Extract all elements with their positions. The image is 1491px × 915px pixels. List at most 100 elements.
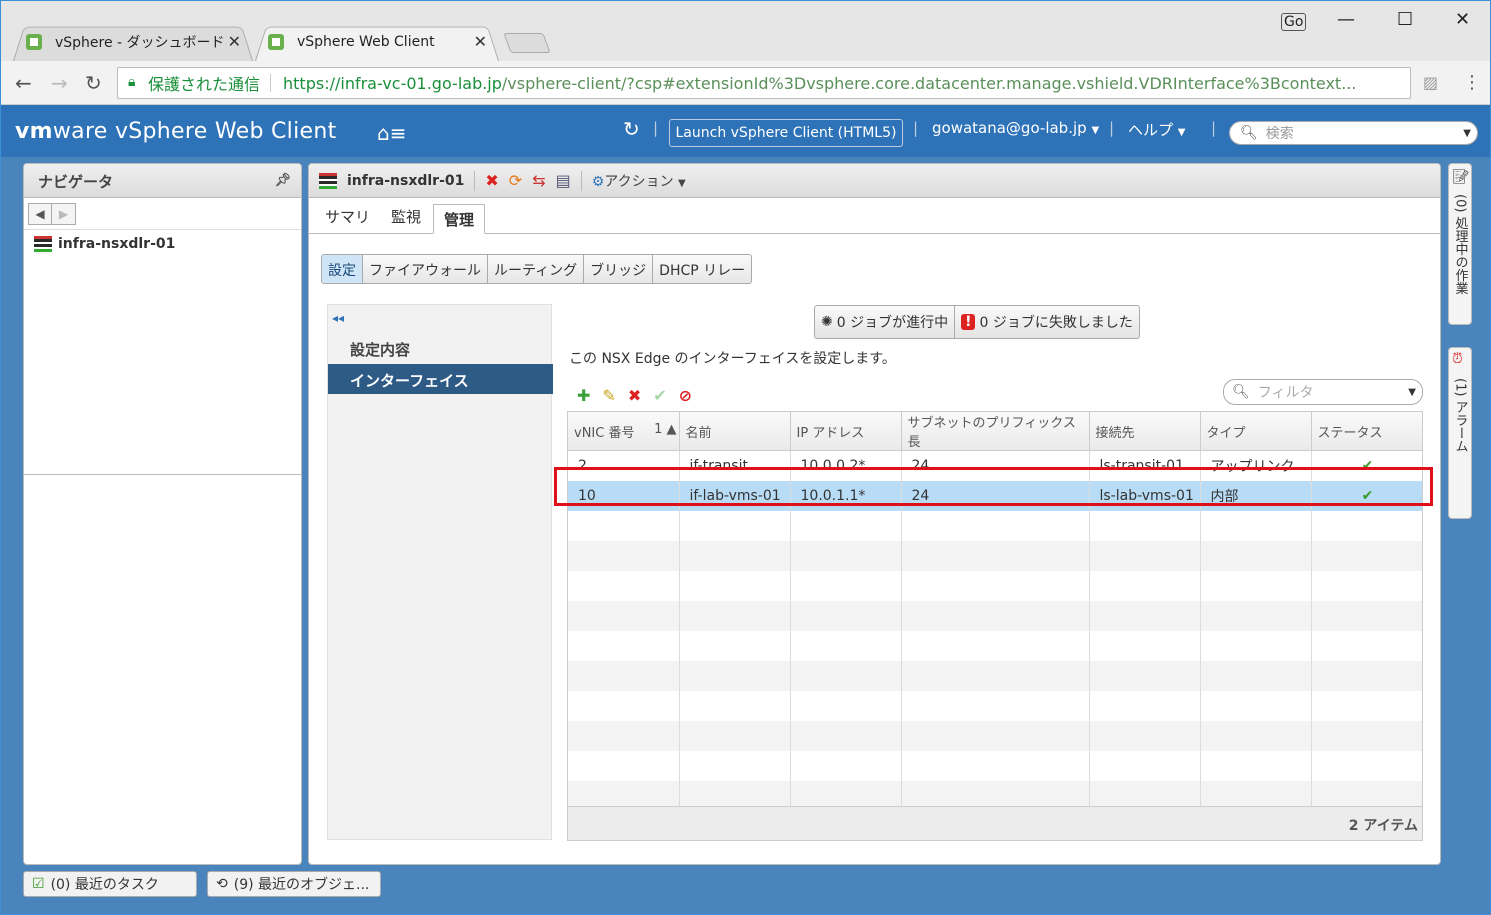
tree-item-label: infra-nsxdlr-01 (58, 236, 176, 252)
migrate-icon[interactable]: ⇆ (532, 171, 545, 190)
enable-icon[interactable]: ✔ (653, 386, 666, 405)
search-placeholder: 検索 (1265, 126, 1294, 142)
extension-grey-icon[interactable]: ▨ (1423, 73, 1438, 92)
empty-row (568, 570, 1422, 601)
window-close-icon[interactable]: ✕ (1455, 9, 1470, 30)
new-tab-button[interactable] (503, 33, 551, 53)
item-count: 2 アイテム (568, 806, 1422, 840)
global-search-input[interactable]: 🔍︎ 検索 ▼ (1229, 121, 1478, 145)
url-bar[interactable]: 🔒︎ 保護された通信 https://infra-vc-01.go-lab.jp… (117, 67, 1411, 99)
divider: | (913, 119, 919, 137)
col-status[interactable]: ステータス (1311, 412, 1422, 451)
error-icon: ! (961, 314, 976, 330)
navigator-splitter[interactable] (24, 474, 301, 475)
url-text: https://infra-vc-01.go-lab.jp/vsphere-cl… (283, 74, 1356, 93)
manage-subtabs: 設定 ファイアウォール ルーティング ブリッジ DHCP リレー (321, 254, 753, 284)
tab-monitor[interactable]: 監視 (391, 206, 421, 227)
gear-icon: ⚙ (591, 173, 605, 190)
subtab-routing[interactable]: ルーティング (488, 255, 585, 283)
empty-row (568, 660, 1422, 691)
user-name: gowatana@go-lab.jp (932, 119, 1087, 137)
subtab-settings[interactable]: 設定 (322, 255, 363, 283)
nav-interfaces[interactable]: インターフェイス (328, 364, 553, 394)
col-connected[interactable]: 接続先 (1089, 412, 1201, 451)
disable-icon[interactable]: ⊘ (679, 386, 692, 405)
alarms-sidebar-label: (1) アラーム (1452, 378, 1468, 453)
pin-icon[interactable]: 📌︎ (274, 173, 291, 188)
col-prefix[interactable]: サブネットのプリフィックス長 (901, 412, 1090, 451)
launch-html5-client-button[interactable]: Launch vSphere Client (HTML5) (669, 119, 903, 147)
history-back-button[interactable]: ◀ (28, 202, 52, 225)
refresh-icon[interactable]: ↻ (623, 117, 640, 141)
col-vnic[interactable]: vNIC 番号 1 ▲ (568, 412, 680, 451)
jobs-running-button[interactable]: ✺ 0 ジョブが進行中 (815, 306, 956, 338)
nav-configuration[interactable]: 設定内容 (328, 333, 553, 363)
settings-nav: ◂◂ 設定内容 インターフェイス (327, 304, 553, 840)
navigator-header: ナビゲータ 📌︎ (24, 164, 301, 198)
reload-icon[interactable]: ↻ (85, 71, 102, 95)
close-icon[interactable]: ✕ (474, 32, 487, 51)
user-menu[interactable]: gowatana@go-lab.jp ▼ (932, 119, 1099, 137)
edit-icon[interactable]: ✎ (602, 386, 615, 405)
subtab-bridge[interactable]: ブリッジ (584, 255, 654, 283)
tasks-icon: ☑ (32, 876, 45, 892)
subtab-firewall[interactable]: ファイアウォール (363, 255, 488, 283)
tree-item-edge[interactable]: infra-nsxdlr-01 (24, 230, 301, 258)
navigator-panel: ナビゲータ 📌︎ ◀ ▶ infra-nsxdlr-01 (23, 163, 302, 865)
profile-badge[interactable]: Go (1281, 13, 1307, 31)
browser-tab-dashboard[interactable]: vSphere - ダッシュボード ✕ (13, 23, 253, 61)
history-icon: ⟲ (216, 876, 228, 892)
tab-summary[interactable]: サマリ (325, 206, 370, 227)
spinner-icon: ✺ (821, 314, 833, 330)
main-panel: infra-nsxdlr-01 ✖ ⟳ ⇆ ▤ ⚙アクション ▼ サマリ 監視 … (308, 163, 1441, 865)
maximize-icon[interactable]: ☐ (1397, 9, 1413, 30)
actions-label: アクション (604, 173, 674, 190)
col-label: vNIC 番号 (574, 425, 635, 441)
object-title: infra-nsxdlr-01 (347, 172, 465, 189)
redeploy-icon[interactable]: ⟳ (509, 171, 522, 190)
empty-row (568, 720, 1422, 751)
notes-icon[interactable]: ▤ (556, 171, 571, 190)
jobs-failed-button[interactable]: ! 0 ジョブに失敗しました (955, 306, 1139, 338)
url-path: /vsphere-client/?csp#extensionId%3Dvsphe… (501, 73, 1357, 93)
brand-product: vSphere Web Client (107, 119, 337, 144)
help-menu[interactable]: ヘルプ ▼ (1128, 119, 1186, 140)
close-icon[interactable]: ✕ (228, 32, 241, 51)
nsx-edge-icon (34, 236, 52, 252)
history-forward-button[interactable]: ▶ (52, 202, 76, 225)
recent-tasks-button[interactable]: ☑ (0) 最近のタスク (23, 871, 197, 897)
add-icon[interactable]: ✚ (577, 386, 590, 405)
browser-tab-web-client[interactable]: vSphere Web Client ✕ (255, 23, 499, 61)
home-icon[interactable]: ⌂≡ (377, 121, 406, 145)
chevron-down-icon: ▼ (1091, 125, 1100, 136)
lock-icon: 🔒︎ (128, 74, 136, 90)
divider: | (1109, 119, 1115, 137)
browser-tabstrip: vSphere - ダッシュボード ✕ vSphere Web Client ✕… (1, 1, 1490, 61)
forward-icon[interactable]: → (51, 71, 68, 95)
minimize-icon[interactable]: — (1337, 9, 1355, 30)
collapse-icon[interactable]: ◂◂ (332, 311, 344, 325)
navigator-title: ナビゲータ (38, 173, 114, 191)
delete-icon[interactable]: ✖ (628, 386, 641, 405)
actions-menu[interactable]: ⚙アクション ▼ (592, 171, 686, 191)
delete-icon[interactable]: ✖ (485, 171, 498, 190)
tab-manage[interactable]: 管理 (433, 204, 486, 234)
menu-icon[interactable]: ⋮ (1463, 72, 1481, 93)
vmware-logo: vmware vSphere Web Client (15, 119, 337, 144)
recent-objects-button[interactable]: ⟲ (9) 最近のオブジェ... (207, 871, 381, 897)
filter-input[interactable]: 🔍︎ フィルタ ▼ (1223, 379, 1423, 405)
notes-icon: 📝︎ (1452, 169, 1470, 185)
chevron-down-icon: ▼ (1408, 386, 1416, 398)
search-icon: 🔍︎ (1232, 384, 1250, 400)
back-icon[interactable]: ← (15, 71, 32, 95)
job-status: ✺ 0 ジョブが進行中 ! 0 ジョブに失敗しました (814, 305, 1140, 339)
jobs-failed-label: 0 ジョブに失敗しました (979, 315, 1133, 331)
alarms-sidebar[interactable]: (1) アラーム (1448, 347, 1472, 519)
page-description: この NSX Edge のインターフェイスを設定します。 (569, 351, 896, 367)
col-name[interactable]: 名前 (679, 412, 791, 451)
subtab-dhcp-relay[interactable]: DHCP リレー (653, 255, 751, 283)
col-type[interactable]: タイプ (1200, 412, 1312, 451)
url-host: https://infra-vc-01.go-lab.jp (283, 73, 502, 93)
recent-tasks-sidebar[interactable]: (0) 処理中の作業 (1448, 163, 1472, 325)
col-ip[interactable]: IP アドレス (790, 412, 902, 451)
